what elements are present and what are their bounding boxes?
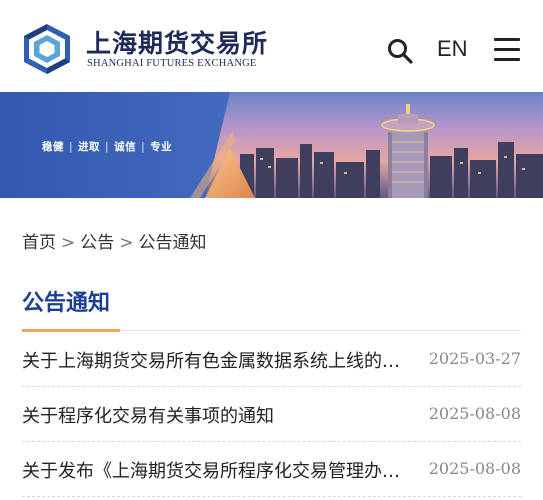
breadcrumb-separator: >: [119, 233, 134, 253]
news-title[interactable]: 关于发布《上海期货交易所程序化交易管理办法》的公告: [22, 457, 402, 483]
slogan-separator: |: [141, 141, 146, 153]
breadcrumb-separator: >: [61, 233, 76, 253]
slogan-word: 进取: [78, 141, 101, 153]
slogan-separator: |: [69, 141, 74, 153]
site-header: 上海期货交易所 SHANGHAI FUTURES EXCHANGE EN: [0, 0, 543, 92]
breadcrumb: 首页 > 公告 > 公告通知: [22, 228, 207, 253]
slogan-separator: |: [105, 141, 110, 153]
page-title: 公告通知: [22, 291, 111, 316]
brand-name-cn: 上海期货交易所: [86, 29, 269, 58]
slogan-word: 专业: [150, 141, 173, 153]
slogan-word: 稳健: [42, 141, 64, 153]
news-title[interactable]: 关于上海期货交易所有色金属数据系统上线的通知: [22, 347, 402, 373]
list-item[interactable]: 关于发布《上海期货交易所程序化交易管理办法》的公告 2025-08-08: [22, 442, 521, 497]
breadcrumb-announcements[interactable]: 公告: [80, 233, 114, 253]
news-date: 2025-03-27: [428, 349, 521, 368]
news-list: 关于上海期货交易所有色金属数据系统上线的通知 2025-03-27 关于程序化交…: [22, 332, 521, 497]
banner-slogan: 稳健 | 进取 | 诚信 | 专业: [42, 139, 172, 154]
news-date: 2025-08-08: [428, 404, 521, 423]
news-title[interactable]: 关于程序化交易有关事项的通知: [22, 402, 402, 428]
news-date: 2025-08-08: [428, 459, 521, 478]
language-toggle[interactable]: EN: [437, 36, 468, 62]
shfe-logo-icon[interactable]: [20, 22, 74, 76]
slogan-word: 诚信: [114, 141, 137, 153]
breadcrumb-current: 公告通知: [138, 233, 207, 253]
list-item[interactable]: 关于程序化交易有关事项的通知 2025-08-08: [22, 387, 521, 442]
hamburger-menu-icon[interactable]: [494, 38, 520, 62]
breadcrumb-home[interactable]: 首页: [22, 233, 56, 253]
list-item[interactable]: 关于上海期货交易所有色金属数据系统上线的通知 2025-03-27: [22, 332, 521, 387]
search-icon[interactable]: [386, 37, 414, 65]
hero-banner: 稳健 | 进取 | 诚信 | 专业: [0, 92, 543, 198]
brand-name-en: SHANGHAI FUTURES EXCHANGE: [87, 58, 257, 69]
